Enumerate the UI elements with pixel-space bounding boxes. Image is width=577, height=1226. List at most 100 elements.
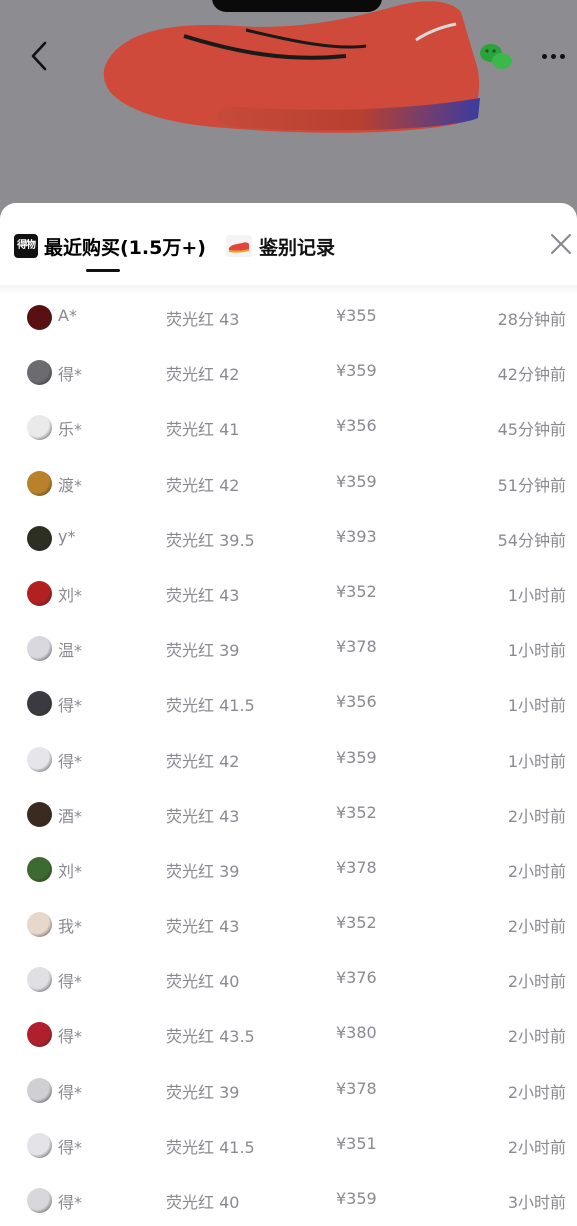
variant-label: 荧光红 40 <box>166 972 240 992</box>
variant-label: 荧光红 39 <box>166 641 240 661</box>
variant-label: 荧光红 43 <box>166 585 240 605</box>
avatar[interactable] <box>27 636 52 662</box>
variant-label: 荧光红 42 <box>166 365 240 385</box>
purchase-row: 得* 荧光红 39 ¥378 2小时前 <box>0 1062 577 1117</box>
purchase-row: 得* 荧光红 40 ¥359 3小时前 <box>0 1172 577 1226</box>
product-shoe-image <box>103 1 480 133</box>
back-button[interactable] <box>22 38 56 74</box>
avatar[interactable] <box>27 415 52 441</box>
purchase-time: 1小时前 <box>507 696 566 716</box>
variant-label: 荧光红 39 <box>166 861 240 881</box>
purchase-price: ¥359 <box>336 1189 377 1208</box>
variant-label: 荧光红 43.5 <box>166 1027 255 1047</box>
more-dot <box>550 53 556 59</box>
purchase-row: 乐* 荧光红 41 ¥356 45分钟前 <box>0 399 577 454</box>
purchase-list: A* 荧光红 43 ¥355 28分钟前 得* 荧光红 42 ¥359 42分钟前 乐* 荧光红 … <box>0 289 577 1226</box>
avatar[interactable] <box>27 912 52 938</box>
close-sheet-button[interactable] <box>546 229 576 259</box>
shoe-thumbnail-icon <box>226 235 252 257</box>
avatar[interactable] <box>27 967 52 993</box>
purchase-row: 渡* 荧光红 42 ¥359 51分钟前 <box>0 455 577 510</box>
tab-recent-label: 最近购买(1.5万+) <box>44 236 206 259</box>
purchase-time: 2小时前 <box>507 806 566 826</box>
purchase-time: 1小时前 <box>507 751 566 771</box>
purchase-price: ¥359 <box>336 471 377 491</box>
purchase-time: 42分钟前 <box>497 365 566 385</box>
purchase-time: 1小时前 <box>507 641 566 661</box>
purchase-time: 2小时前 <box>507 1082 566 1102</box>
purchase-price: ¥356 <box>336 692 377 712</box>
purchase-time: 51分钟前 <box>497 475 566 495</box>
purchase-time: 45分钟前 <box>497 420 566 440</box>
purchase-time: 54分钟前 <box>497 530 566 550</box>
active-tab-indicator <box>86 269 120 272</box>
purchase-row: 刘* 荧光红 39 ¥378 2小时前 <box>0 841 577 896</box>
purchase-time: 2小时前 <box>507 1027 566 1047</box>
buyer-name: 得* <box>58 1027 83 1047</box>
avatar[interactable] <box>27 360 52 386</box>
avatar[interactable] <box>27 856 52 882</box>
tab-recent-purchases[interactable]: 得物 最近购买(1.5万+) <box>14 229 206 263</box>
variant-label: 荧光红 41 <box>166 420 240 440</box>
purchase-row: 得* 荧光红 42 ¥359 42分钟前 <box>0 344 577 399</box>
purchase-row: 得* 荧光红 41.5 ¥351 2小时前 <box>0 1117 577 1172</box>
avatar[interactable] <box>27 801 52 827</box>
buyer-name: 得* <box>58 1193 83 1212</box>
purchase-price: ¥352 <box>336 913 377 933</box>
more-dot <box>559 53 565 59</box>
purchase-row: 酒* 荧光红 43 ¥352 2小时前 <box>0 786 577 841</box>
avatar[interactable] <box>27 580 52 606</box>
avatar[interactable] <box>27 470 52 496</box>
buyer-name: 渡* <box>58 475 83 495</box>
buyer-name: 温* <box>58 641 83 661</box>
dewu-logo-icon: 得物 <box>14 234 38 258</box>
sheet-tabs: 得物 最近购买(1.5万+) 鉴别记录 <box>0 203 577 285</box>
purchase-row: 我* 荧光红 43 ¥352 2小时前 <box>0 896 577 951</box>
buyer-name: 酒* <box>58 806 83 826</box>
more-options-button[interactable] <box>536 42 570 70</box>
avatar[interactable] <box>27 1022 52 1048</box>
purchase-price: ¥355 <box>336 306 377 325</box>
wechat-share-button[interactable] <box>476 40 516 74</box>
purchase-time: 28分钟前 <box>497 310 566 329</box>
variant-label: 荧光红 40 <box>166 1193 240 1212</box>
purchase-price: ¥352 <box>336 802 377 822</box>
purchase-price: ¥380 <box>336 1023 377 1043</box>
purchase-price: ¥351 <box>336 1133 377 1153</box>
close-icon <box>550 233 572 255</box>
variant-label: 荧光红 43 <box>166 310 240 329</box>
buyer-name: 得* <box>58 1082 83 1102</box>
avatar[interactable] <box>27 305 52 330</box>
buyer-name: 我* <box>58 917 83 937</box>
variant-label: 荧光红 41.5 <box>166 1137 255 1157</box>
variant-label: 荧光红 42 <box>166 751 240 771</box>
buyer-name: 得* <box>58 751 83 771</box>
tab-auth-label: 鉴别记录 <box>259 236 336 259</box>
avatar[interactable] <box>27 1077 52 1103</box>
variant-label: 荧光红 42 <box>166 475 240 495</box>
avatar[interactable] <box>27 1132 52 1158</box>
avatar[interactable] <box>27 691 52 717</box>
more-dot <box>541 53 547 59</box>
purchase-price: ¥376 <box>336 968 377 988</box>
tab-authentication-records[interactable]: 鉴别记录 <box>226 229 335 263</box>
variant-label: 荧光红 39.5 <box>166 530 255 550</box>
purchase-price: ¥359 <box>336 361 377 381</box>
chevron-left-icon <box>31 41 47 71</box>
buyer-name: y* <box>58 526 76 546</box>
purchase-time: 1小时前 <box>507 585 566 605</box>
buyer-name: 得* <box>58 365 83 385</box>
purchase-price: ¥378 <box>336 1078 377 1098</box>
variant-label: 荧光红 41.5 <box>166 696 255 716</box>
purchase-row: 得* 荧光红 42 ¥359 1小时前 <box>0 731 577 786</box>
purchase-price: ¥378 <box>336 637 377 657</box>
purchase-price: ¥356 <box>336 416 377 436</box>
avatar[interactable] <box>27 1188 52 1213</box>
avatar[interactable] <box>27 525 52 551</box>
purchase-time: 2小时前 <box>507 861 566 881</box>
avatar[interactable] <box>27 746 52 772</box>
purchase-row: 得* 荧光红 40 ¥376 2小时前 <box>0 951 577 1006</box>
buyer-name: 乐* <box>58 420 83 440</box>
buyer-name: 得* <box>58 696 83 716</box>
purchase-row: A* 荧光红 43 ¥355 28分钟前 <box>0 289 577 344</box>
